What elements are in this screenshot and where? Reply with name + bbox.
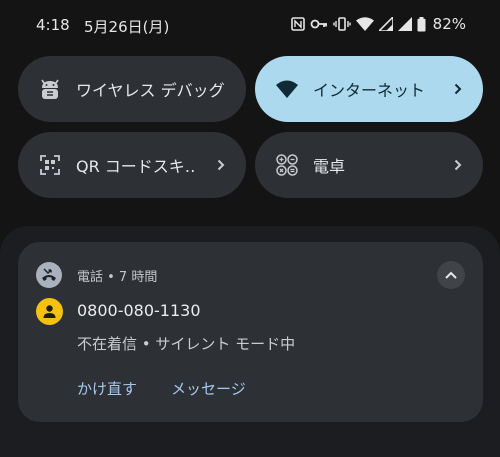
contact-avatar-icon xyxy=(36,298,63,325)
qr-scan-icon xyxy=(38,153,62,177)
nfc-icon xyxy=(290,17,305,31)
tile-label: インターネット xyxy=(313,81,426,100)
status-icons: 82% xyxy=(290,15,466,33)
tile-label: QR コードスキ‥ xyxy=(76,157,196,176)
battery-percent: 82% xyxy=(432,15,466,33)
tile-wireless-debugging[interactable]: ワイヤレス デバッグ xyxy=(18,56,246,122)
tile-calculator[interactable]: 電卓 xyxy=(255,132,483,198)
chevron-right-icon xyxy=(451,159,465,171)
missed-call-icon xyxy=(36,262,62,288)
notification-app-header: 電話 • 7 時間 xyxy=(77,270,158,285)
chevron-right-icon xyxy=(214,159,228,171)
signal-icon xyxy=(397,17,412,31)
tile-label: ワイヤレス デバッグ xyxy=(76,81,225,100)
notification-title: 0800-080-1130 xyxy=(77,301,201,320)
calculator-icon xyxy=(275,153,299,177)
battery-icon xyxy=(417,16,426,32)
message-button[interactable]: メッセージ xyxy=(171,378,246,399)
status-time: 4:18 xyxy=(36,16,70,34)
tile-internet[interactable]: インターネット xyxy=(255,56,483,122)
tile-label: 電卓 xyxy=(313,157,346,176)
android-debug-icon xyxy=(38,77,62,101)
chevron-right-icon xyxy=(451,83,465,95)
wifi-icon xyxy=(275,77,299,101)
notification-text: 不在着信 • サイレント モード中 xyxy=(77,335,296,353)
call-back-button[interactable]: かけ直す xyxy=(77,378,137,399)
vibrate-icon xyxy=(332,17,351,31)
collapse-chevron-icon[interactable] xyxy=(437,261,465,289)
key-icon xyxy=(310,18,328,30)
tile-qr-scanner[interactable]: QR コードスキ‥ xyxy=(18,132,246,198)
status-bar: 4:18 5月26日(月) 82% xyxy=(0,0,500,52)
status-date: 5月26日(月) xyxy=(84,18,170,36)
signal-icon xyxy=(378,17,393,31)
wifi-icon xyxy=(355,17,374,31)
